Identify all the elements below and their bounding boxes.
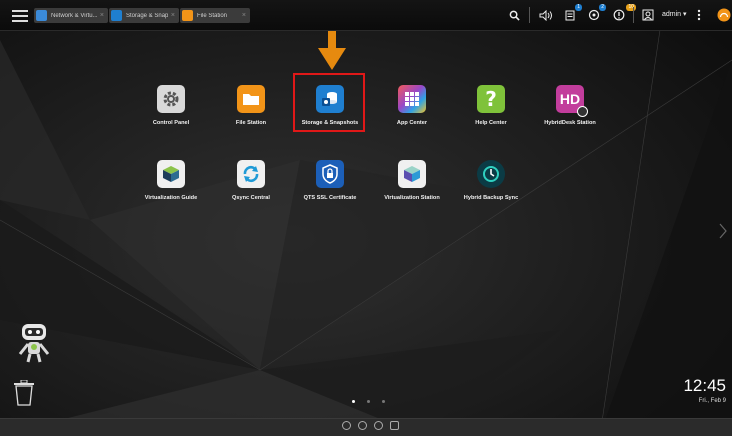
folder-icon	[182, 10, 193, 21]
app-label: QTS SSL Certificate	[303, 195, 357, 201]
app-label: HybridDesk Station	[544, 120, 596, 126]
main-menu-button[interactable]	[12, 7, 28, 23]
question-icon: ?	[477, 85, 505, 113]
task-tab-storage[interactable]: Storage & Snap... ×	[109, 8, 179, 23]
folder-icon	[237, 85, 265, 113]
storage-icon	[111, 10, 122, 21]
app-label: Hybrid Backup Sync	[463, 195, 519, 201]
close-icon[interactable]: ×	[171, 12, 175, 19]
app-control-panel[interactable]: Control Panel	[128, 85, 214, 126]
close-icon[interactable]: ×	[100, 12, 104, 19]
network-icon	[36, 10, 47, 21]
task-tab-file-station[interactable]: File Station ×	[180, 8, 250, 23]
shield-icon	[316, 160, 344, 188]
annotation-highlight-box	[293, 73, 365, 132]
trash-icon[interactable]	[13, 379, 35, 411]
app-file-station[interactable]: File Station	[208, 85, 294, 126]
app-label: App Center	[396, 120, 428, 126]
user-menu[interactable]: admin ▾	[662, 10, 687, 18]
desktop-wallpaper	[0, 0, 732, 435]
app-label: File Station	[235, 120, 267, 126]
download-icon	[577, 106, 588, 117]
app-qsync-central[interactable]: Qsync Central	[208, 160, 294, 201]
clock-time: 12:45	[683, 376, 726, 395]
taskbar-divider	[633, 7, 634, 23]
gear-icon	[157, 85, 185, 113]
task-tab-label: Network & Virtu...	[51, 12, 97, 19]
task-tab-label: Storage & Snap...	[126, 12, 168, 19]
user-icon[interactable]	[641, 7, 655, 23]
tasks-badge: 1	[575, 4, 582, 11]
task-tab-network[interactable]: Network & Virtu... ×	[34, 8, 108, 23]
more-options-icon[interactable]	[694, 7, 704, 23]
app-virtualization-station[interactable]: Virtualization Station	[369, 160, 455, 201]
hd-icon: HD	[556, 85, 588, 117]
app-qts-ssl-certificate[interactable]: QTS SSL Certificate	[287, 160, 373, 201]
app-grid-icon	[398, 85, 426, 113]
qboost-robot-icon[interactable]	[16, 322, 52, 369]
page-dot[interactable]	[352, 400, 355, 403]
dashboard-icon[interactable]	[716, 7, 732, 23]
app-virtualization-guide[interactable]: Virtualization Guide	[128, 160, 214, 201]
monitor-icon[interactable]	[390, 421, 399, 430]
background-tasks-icon[interactable]: 1	[562, 4, 582, 23]
app-label: Virtualization Station	[384, 195, 440, 201]
page-dot[interactable]	[367, 400, 370, 403]
page-dot[interactable]	[382, 400, 385, 403]
search-icon[interactable]	[507, 7, 521, 23]
events-badge: 2	[599, 4, 606, 11]
app-label: Help Center	[475, 120, 507, 126]
annotation-arrow-head	[318, 48, 346, 70]
search-circle-icon[interactable]	[358, 421, 367, 430]
close-icon[interactable]: ×	[242, 12, 246, 19]
cube-icon	[157, 160, 185, 188]
clock-date: Fri., Feb 9	[698, 398, 726, 404]
news-badge: 10	[626, 4, 636, 11]
app-label: Qsync Central	[232, 195, 270, 201]
task-tab-label: File Station	[197, 12, 228, 19]
app-label: Virtualization Guide	[144, 195, 198, 201]
next-page-chevron-icon[interactable]	[718, 222, 728, 245]
external-devices-icon[interactable]: 2	[586, 4, 606, 23]
cube-color-icon	[398, 160, 426, 188]
app-help-center[interactable]: ? Help Center	[448, 85, 534, 126]
taskbar-divider	[529, 7, 530, 23]
page-indicator	[352, 400, 385, 403]
app-hybrid-backup-sync[interactable]: Hybrid Backup Sync	[448, 160, 534, 201]
app-label: Control Panel	[152, 120, 190, 126]
network-status-icon[interactable]	[342, 421, 351, 430]
taskbar: Network & Virtu... × Storage & Snap... ×…	[0, 0, 732, 31]
backup-icon	[477, 160, 505, 188]
storage-status-icon[interactable]	[374, 421, 383, 430]
app-hybriddesk-station[interactable]: HD HybridDesk Station	[527, 85, 613, 126]
volume-icon[interactable]	[538, 7, 554, 23]
notification-icon[interactable]: 10	[611, 4, 636, 23]
app-app-center[interactable]: App Center	[369, 85, 455, 126]
sync-icon	[237, 160, 265, 188]
